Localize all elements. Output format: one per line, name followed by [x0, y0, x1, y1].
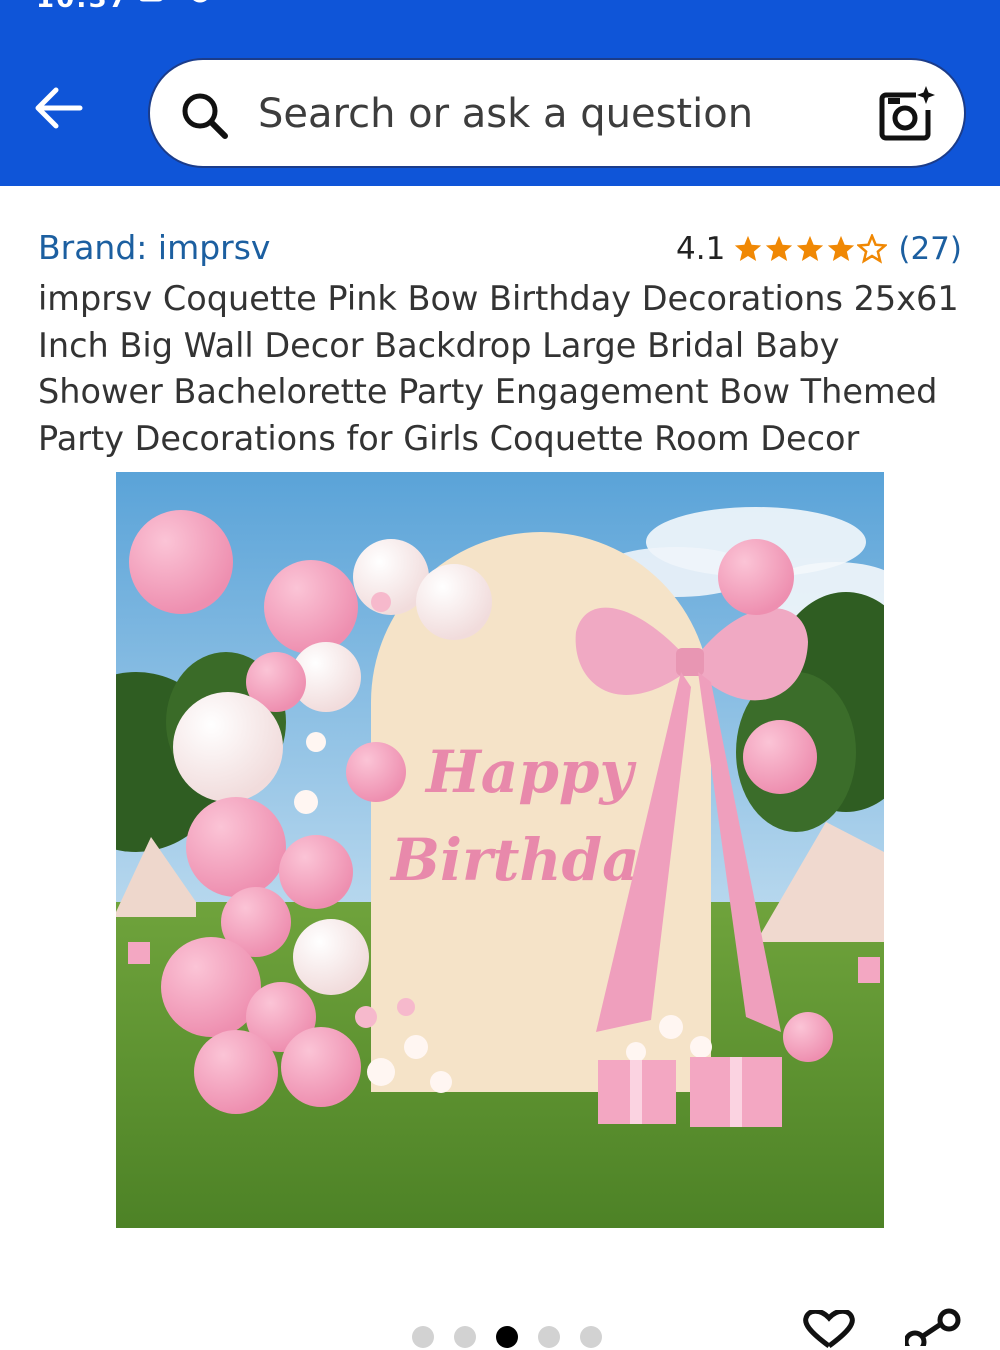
top-bar: 10:37 [0, 0, 1000, 186]
signal-battery-icons [820, 0, 960, 8]
star-filled-icon [828, 235, 855, 261]
heart-icon[interactable] [800, 1310, 858, 1350]
back-arrow-icon[interactable] [28, 80, 88, 136]
image-carousel-indicator[interactable] [412, 1326, 602, 1348]
share-icon[interactable] [905, 1306, 965, 1346]
camera-icon[interactable] [878, 86, 936, 144]
rating-value: 4.1 [676, 231, 726, 267]
carousel-dot[interactable] [454, 1326, 476, 1348]
status-icons [140, 0, 207, 3]
star-rating [733, 234, 888, 264]
product-title: imprsv Coquette Pink Bow Birthday Decora… [38, 279, 959, 458]
search-icon [182, 93, 228, 139]
carousel-dot[interactable] [538, 1326, 560, 1348]
carousel-dot[interactable] [412, 1326, 434, 1348]
status-time: 10:37 [36, 0, 129, 14]
review-count[interactable]: (27) [898, 231, 962, 267]
search-input[interactable] [258, 84, 848, 144]
brand-link[interactable]: Brand: imprsv [38, 228, 270, 267]
carousel-dot[interactable] [496, 1326, 518, 1348]
product-image[interactable]: Happy Birthda [116, 472, 884, 1228]
image-text-birthday: Birthda [389, 826, 640, 894]
star-filled-icon [766, 235, 793, 261]
rating-summary[interactable]: 4.1 (27) [676, 228, 962, 270]
star-empty-icon [857, 234, 888, 264]
search-bar[interactable] [148, 58, 966, 168]
image-text-happy: Happy [424, 738, 637, 806]
star-filled-icon [797, 235, 824, 261]
carousel-dot[interactable] [580, 1326, 602, 1348]
star-filled-icon [735, 235, 762, 261]
